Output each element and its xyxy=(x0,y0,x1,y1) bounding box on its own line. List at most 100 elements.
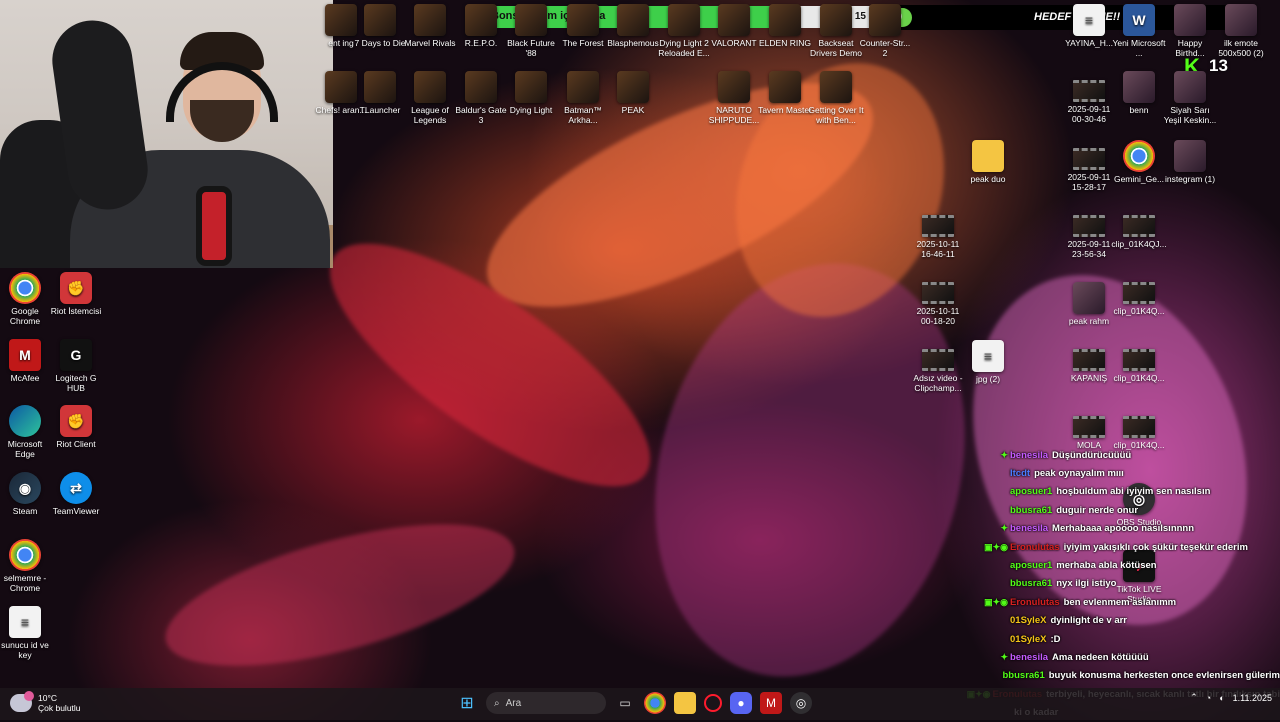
chrome-taskbar-icon[interactable] xyxy=(644,692,666,714)
chat-message: bbusra61 buyuk konusma herkesten once evl… xyxy=(960,667,1280,685)
desktop-icon[interactable]: M McAfee xyxy=(0,339,53,383)
desktop-icon[interactable]: Black Future '88 xyxy=(503,4,559,58)
opera-icon[interactable] xyxy=(704,694,722,712)
desktop-icon[interactable]: ✊ Riot İstemcisi xyxy=(48,272,104,316)
desktop-icon-label: clip_01K4Q... xyxy=(1113,306,1165,316)
desktop-icon-label: League of Legends xyxy=(411,105,449,125)
teamviewer-icon: ⇄ xyxy=(60,472,92,504)
chat-message: bbusra61 nyx ilgi istiyo xyxy=(960,575,1280,593)
chat-username: benesila xyxy=(1010,523,1049,535)
desktop-icon[interactable]: ◉ Steam xyxy=(0,472,53,516)
task-view-icon[interactable]: ▭ xyxy=(614,692,636,714)
desktop-icon[interactable]: Microsoft Edge xyxy=(0,405,53,459)
desktop-icon-label: Blasphemous xyxy=(607,38,659,48)
desktop-icon[interactable]: clip_01K4Q... xyxy=(1111,282,1167,316)
obs-taskbar-icon[interactable]: ◎ xyxy=(790,692,812,714)
chevron-up-icon[interactable]: ⌃ xyxy=(1190,692,1198,703)
desktop-icon[interactable]: benn xyxy=(1111,71,1167,115)
desktop-icon[interactable]: 2025-10-11 00-18-20 xyxy=(910,282,966,326)
game-icon xyxy=(364,4,396,36)
desktop-icon[interactable]: 2025-09-11 15-28-17 xyxy=(1061,148,1117,192)
desktop-icon[interactable]: ≡ jpg (2) xyxy=(960,340,1016,384)
desktop-icon-label: 7 Days to Die xyxy=(354,38,406,48)
desktop-icon[interactable]: NARUTO SHIPPUDE... xyxy=(706,71,762,125)
desktop-icon[interactable]: ⇄ TeamViewer xyxy=(48,472,104,516)
desktop-icon[interactable]: Siyah Sarı Yeşil Keskin... xyxy=(1162,71,1218,125)
desktop-icon[interactable]: R.E.P.O. xyxy=(453,4,509,48)
desktop-icon[interactable]: clip_01K4Q... xyxy=(1111,416,1167,450)
desktop-icon-label: Yeni Microsoft ... xyxy=(1112,38,1166,58)
desktop-icon-label: NARUTO SHIPPUDE... xyxy=(708,105,760,125)
desktop-icon[interactable]: peak duo xyxy=(960,140,1016,184)
desktop-icon-label: The Forest xyxy=(562,38,604,48)
start-button[interactable]: ⊞ xyxy=(456,692,478,714)
mcafee-taskbar-icon[interactable]: M xyxy=(760,692,782,714)
chat-username: bbusra61 xyxy=(1010,504,1053,516)
desktop-icon[interactable]: ELDEN RING xyxy=(757,4,813,48)
stream-chat-overlay: ✦ benesila Düşündürücüüüü Itcdt peak oynayal… xyxy=(960,446,1280,722)
clock-date[interactable]: 1.11.2025 xyxy=(1233,693,1272,703)
network-icon[interactable]: ◔ xyxy=(1206,693,1211,703)
desktop-icon[interactable]: PEAK xyxy=(605,71,661,115)
chat-text: peak oynayalım mııı xyxy=(1034,468,1124,480)
desktop-icon[interactable]: 7 Days to Die xyxy=(352,4,408,48)
desktop-icon[interactable]: ≡ sunucu id ve key xyxy=(0,606,53,660)
desktop-icon[interactable]: ilk emote 500x500 (2) xyxy=(1213,4,1269,58)
desktop-icon[interactable]: TLauncher xyxy=(352,71,408,115)
desktop-icon[interactable]: clip_01K4QJ... xyxy=(1111,215,1167,249)
volume-icon[interactable]: ◐ xyxy=(1219,693,1224,703)
chat-text: iyiyim yakışıklı çok şükür teşekür ederi… xyxy=(1063,541,1248,553)
desktop-icon[interactable]: Google Chrome xyxy=(0,272,53,326)
desktop-icon-label: Adsız video - Clipchamp... xyxy=(913,373,963,393)
desktop-icon[interactable]: selmemre - Chrome xyxy=(0,539,53,593)
desktop-icon[interactable]: Counter-Str... 2 xyxy=(857,4,913,58)
desktop-icon[interactable]: Dying Light 2 Reloaded E... xyxy=(656,4,712,58)
webcam-overlay xyxy=(0,0,333,268)
desktop-icon[interactable]: Marvel Rivals xyxy=(402,4,458,48)
desktop-icon[interactable]: ✊ Riot Client xyxy=(48,405,104,449)
chat-text: Merhabaaa apoooo nasılsınnnn xyxy=(1052,523,1195,535)
desktop-icon[interactable]: League of Legends xyxy=(402,71,458,125)
chat-username: benesila xyxy=(1010,651,1049,663)
desktop-icon[interactable]: Dying Light xyxy=(503,71,559,115)
desktop-icon-label: 2025-09-11 15-28-17 xyxy=(1067,172,1111,192)
desktop-icon[interactable]: Gemini_Ge... xyxy=(1111,140,1167,184)
desktop-icon[interactable]: Adsız video - Clipchamp... xyxy=(910,349,966,393)
desktop-icon[interactable]: Tavern Master xyxy=(757,71,813,115)
chrome-icon xyxy=(9,272,41,304)
riot-icon: ✊ xyxy=(60,405,92,437)
desktop-icon[interactable]: Backseat Drivers Demo xyxy=(808,4,864,58)
riot-icon: ✊ xyxy=(60,272,92,304)
taskbar: 10°C Çok bulutlu ⊞ ⌕ Ara ▭ ● M ◎ ⌃ ◔ ◐ 1… xyxy=(0,688,1280,720)
video-icon xyxy=(1123,215,1155,237)
desktop-icon[interactable]: The Forest xyxy=(555,4,611,48)
desktop-icon[interactable]: Baldur's Gate 3 xyxy=(453,71,509,125)
desktop-icon[interactable]: 2025-10-11 16-46-11 xyxy=(910,215,966,259)
desktop-icon[interactable]: KAPANIŞ xyxy=(1061,349,1117,383)
desktop-icon-label: clip_01K4QJ... xyxy=(1111,239,1167,249)
chat-message: aposuer1 hoşbuldum abi iyiyim sen nasılsı… xyxy=(960,483,1280,501)
image-icon xyxy=(1174,4,1206,36)
desktop-icon[interactable]: Happy Birthd... xyxy=(1162,4,1218,58)
desktop-icon[interactable]: Getting Over It with Ben... xyxy=(808,71,864,125)
desktop-icon[interactable]: W Yeni Microsoft ... xyxy=(1111,4,1167,58)
file-explorer-icon[interactable] xyxy=(674,692,696,714)
desktop-icon[interactable]: 2025-09-11 00-30-46 xyxy=(1061,80,1117,124)
desktop-icon-label: KAPANIŞ xyxy=(1070,373,1108,383)
taskbar-search[interactable]: ⌕ Ara xyxy=(486,692,606,714)
desktop-icon[interactable]: Batman™ Arkha... xyxy=(555,71,611,125)
desktop-icon[interactable]: clip_01K4Q... xyxy=(1111,349,1167,383)
desktop-icon[interactable]: Blasphemous xyxy=(605,4,661,48)
discord-icon[interactable]: ● xyxy=(730,692,752,714)
desktop-icon[interactable]: MOLA xyxy=(1061,416,1117,450)
desktop-icon[interactable]: G Logitech G HUB xyxy=(48,339,104,393)
image-icon xyxy=(1123,71,1155,103)
desktop-icon[interactable]: ≡ YAYINA_H... xyxy=(1061,4,1117,48)
desktop-icon[interactable]: 2025-09-11 23-56-34 xyxy=(1061,215,1117,259)
desktop-icon[interactable]: VALORANT xyxy=(706,4,762,48)
game-icon xyxy=(769,71,801,103)
desktop-icon[interactable]: peak rahm xyxy=(1061,282,1117,326)
desktop-icon[interactable]: instegram (1) xyxy=(1162,140,1218,184)
desktop-icon-label: Dying Light 2 Reloaded E... xyxy=(658,38,710,58)
weather-widget[interactable]: 10°C Çok bulutlu xyxy=(10,691,81,713)
